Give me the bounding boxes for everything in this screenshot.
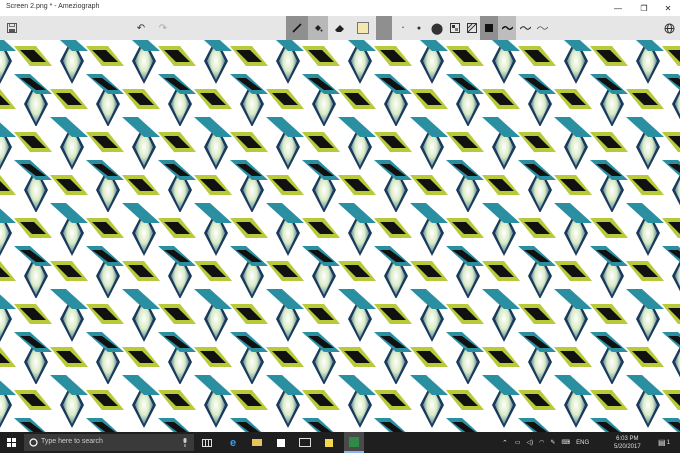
globe-icon (664, 23, 674, 33)
system-tray: ⌃ ▭ ◁) ◠ ✎ ⌨ ENG (502, 432, 589, 453)
windows-logo-icon (6, 438, 16, 447)
chevron-up-icon[interactable]: ⌃ (502, 439, 508, 447)
brush-style-solid[interactable] (480, 16, 498, 40)
keyboard-icon[interactable]: ⌨ (561, 439, 570, 446)
color-swatch-icon (357, 22, 369, 34)
pen-icon[interactable]: ✎ (550, 439, 555, 446)
notification-icon: ▤ (658, 438, 666, 447)
wave-icon (536, 26, 548, 30)
close-button[interactable]: ✕ (656, 0, 680, 16)
maximize-button[interactable]: ❐ (632, 0, 656, 16)
language-indicator[interactable]: ENG (576, 440, 589, 446)
wifi-icon[interactable]: ◠ (539, 439, 544, 446)
brush-size-medium[interactable]: ● (410, 16, 428, 40)
brush-tool-button[interactable] (286, 16, 308, 40)
taskbar-search-box[interactable]: Type here to search (24, 434, 194, 451)
edge-icon: e (229, 436, 237, 449)
notification-count: 1 (666, 439, 670, 446)
cortana-circle-icon (29, 438, 38, 447)
texture-option-2[interactable] (463, 16, 481, 40)
color-picker-button[interactable] (354, 16, 372, 40)
brush-size-large[interactable]: ⬤ (428, 16, 446, 40)
texture-option-1[interactable] (446, 16, 464, 40)
title-bar: Screen 2.png * - Ameziograph — ❐ ✕ (0, 0, 680, 16)
brush-style-wave-3[interactable] (533, 16, 551, 40)
minimize-button[interactable]: — (606, 0, 630, 16)
wave-icon (519, 26, 531, 30)
fill-bucket-icon (315, 25, 323, 32)
eraser-tool-button[interactable] (330, 16, 348, 40)
file-explorer-button[interactable] (248, 432, 266, 453)
microphone-icon[interactable] (182, 438, 188, 447)
ameziograph-app-icon (349, 436, 359, 447)
edge-app-button[interactable]: e (224, 432, 242, 453)
window-title: Screen 2.png * - Ameziograph (6, 3, 100, 10)
volume-icon[interactable]: ◁) (527, 439, 534, 446)
clock-time: 6:03 PM (616, 435, 639, 442)
undo-button[interactable]: ↶ (132, 16, 150, 40)
texture-icon (450, 23, 460, 33)
store-bag-icon (277, 438, 285, 447)
brush-pen-icon (292, 23, 302, 33)
clock[interactable]: 6:03 PM 5/20/2017 (614, 432, 641, 453)
ameziograph-app-button[interactable] (344, 432, 364, 453)
start-button[interactable] (0, 432, 22, 453)
computer-app-button[interactable] (296, 432, 314, 453)
square-icon (485, 24, 493, 32)
clock-date: 5/20/2017 (614, 443, 641, 450)
monitor-icon (299, 438, 311, 447)
folder-icon (252, 439, 262, 446)
sticky-notes-button[interactable] (320, 432, 338, 453)
sticky-note-icon (325, 438, 333, 447)
fill-tool-button[interactable] (308, 16, 328, 40)
store-app-button[interactable] (272, 432, 290, 453)
eraser-icon (334, 25, 344, 32)
kaleidoscope-pattern (0, 40, 680, 432)
search-placeholder: Type here to search (41, 438, 103, 445)
toolbar: ↶ ↷ • ● ⬤ (0, 16, 680, 40)
brush-style-wave-2[interactable] (516, 16, 534, 40)
floppy-icon (7, 23, 17, 33)
task-view-button[interactable] (198, 432, 216, 453)
network-icon[interactable]: ▭ (515, 439, 521, 446)
brush-style-wave-1[interactable] (498, 16, 516, 40)
action-center-button[interactable]: ▤ 1 (658, 432, 670, 453)
redo-button[interactable]: ↷ (154, 16, 172, 40)
pattern-icon (467, 23, 477, 33)
settings-button[interactable] (660, 16, 678, 40)
save-button[interactable] (3, 16, 21, 40)
task-view-icon (202, 438, 212, 447)
drawing-canvas[interactable] (0, 40, 680, 432)
toolbar-separator (376, 16, 392, 40)
taskbar: Type here to search e ⌃ ▭ ◁) ◠ ✎ ⌨ ENG 6… (0, 432, 680, 453)
wave-icon (501, 26, 513, 30)
